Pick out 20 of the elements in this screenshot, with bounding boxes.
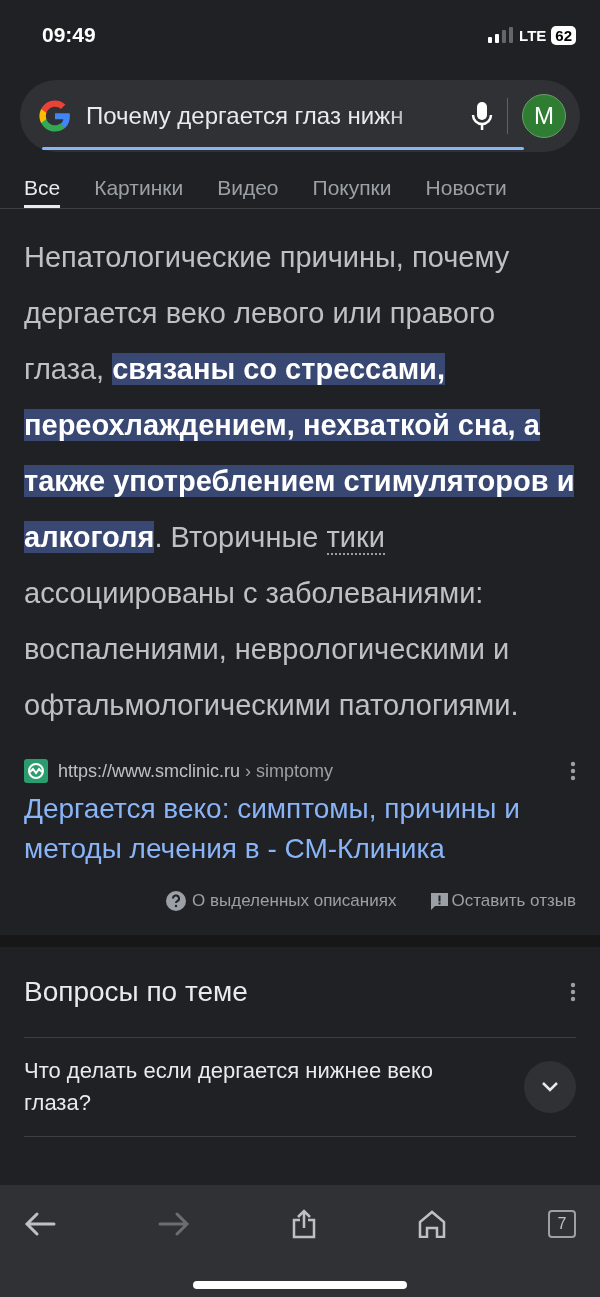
account-avatar[interactable]: M	[522, 94, 566, 138]
search-field[interactable]: Почему дергается глаз нижн M	[20, 80, 580, 152]
tab-count-button[interactable]: 7	[548, 1210, 576, 1238]
tab[interactable]: Видео	[217, 166, 279, 208]
clock-time: 09:49	[42, 23, 96, 47]
network-label: LTE	[519, 26, 547, 44]
tab[interactable]: Все	[24, 166, 61, 208]
section-heading: Вопросы по теме	[24, 976, 248, 1008]
term-link[interactable]: тики	[326, 521, 385, 555]
result-title-link[interactable]: Дергается веко: симптомы, причины и методы лечения в - СМ-Клиника	[24, 789, 576, 869]
feedback-link[interactable]: Оставить отзыв	[451, 891, 576, 911]
tab[interactable]: Покупки	[312, 166, 392, 208]
source-url[interactable]: https://www.smclinic.ru › simptomy	[58, 760, 334, 782]
tab[interactable]: Новости	[425, 166, 507, 208]
tab[interactable]: Картинки	[94, 166, 184, 208]
snippet-text: Непатологические причины, почему дергается веко левого или правого глаза, связаны со стрессами, переохлаждением, нехваткой сна, а также употреблением стимуляторов и алкоголя. Вторичные тики ассоциированы с заболеваниями: воспалениями, неврологическими и офтальмологическими патологиями.	[24, 240, 576, 723]
search-query: Почему дергается глаз нижн	[86, 102, 404, 130]
battery-level: 62	[551, 25, 576, 45]
question-text[interactable]: Что делать если дергается нижнее веко глаза?	[24, 1055, 464, 1119]
about-snippets-link[interactable]: О выделенных описаниях	[192, 891, 397, 911]
